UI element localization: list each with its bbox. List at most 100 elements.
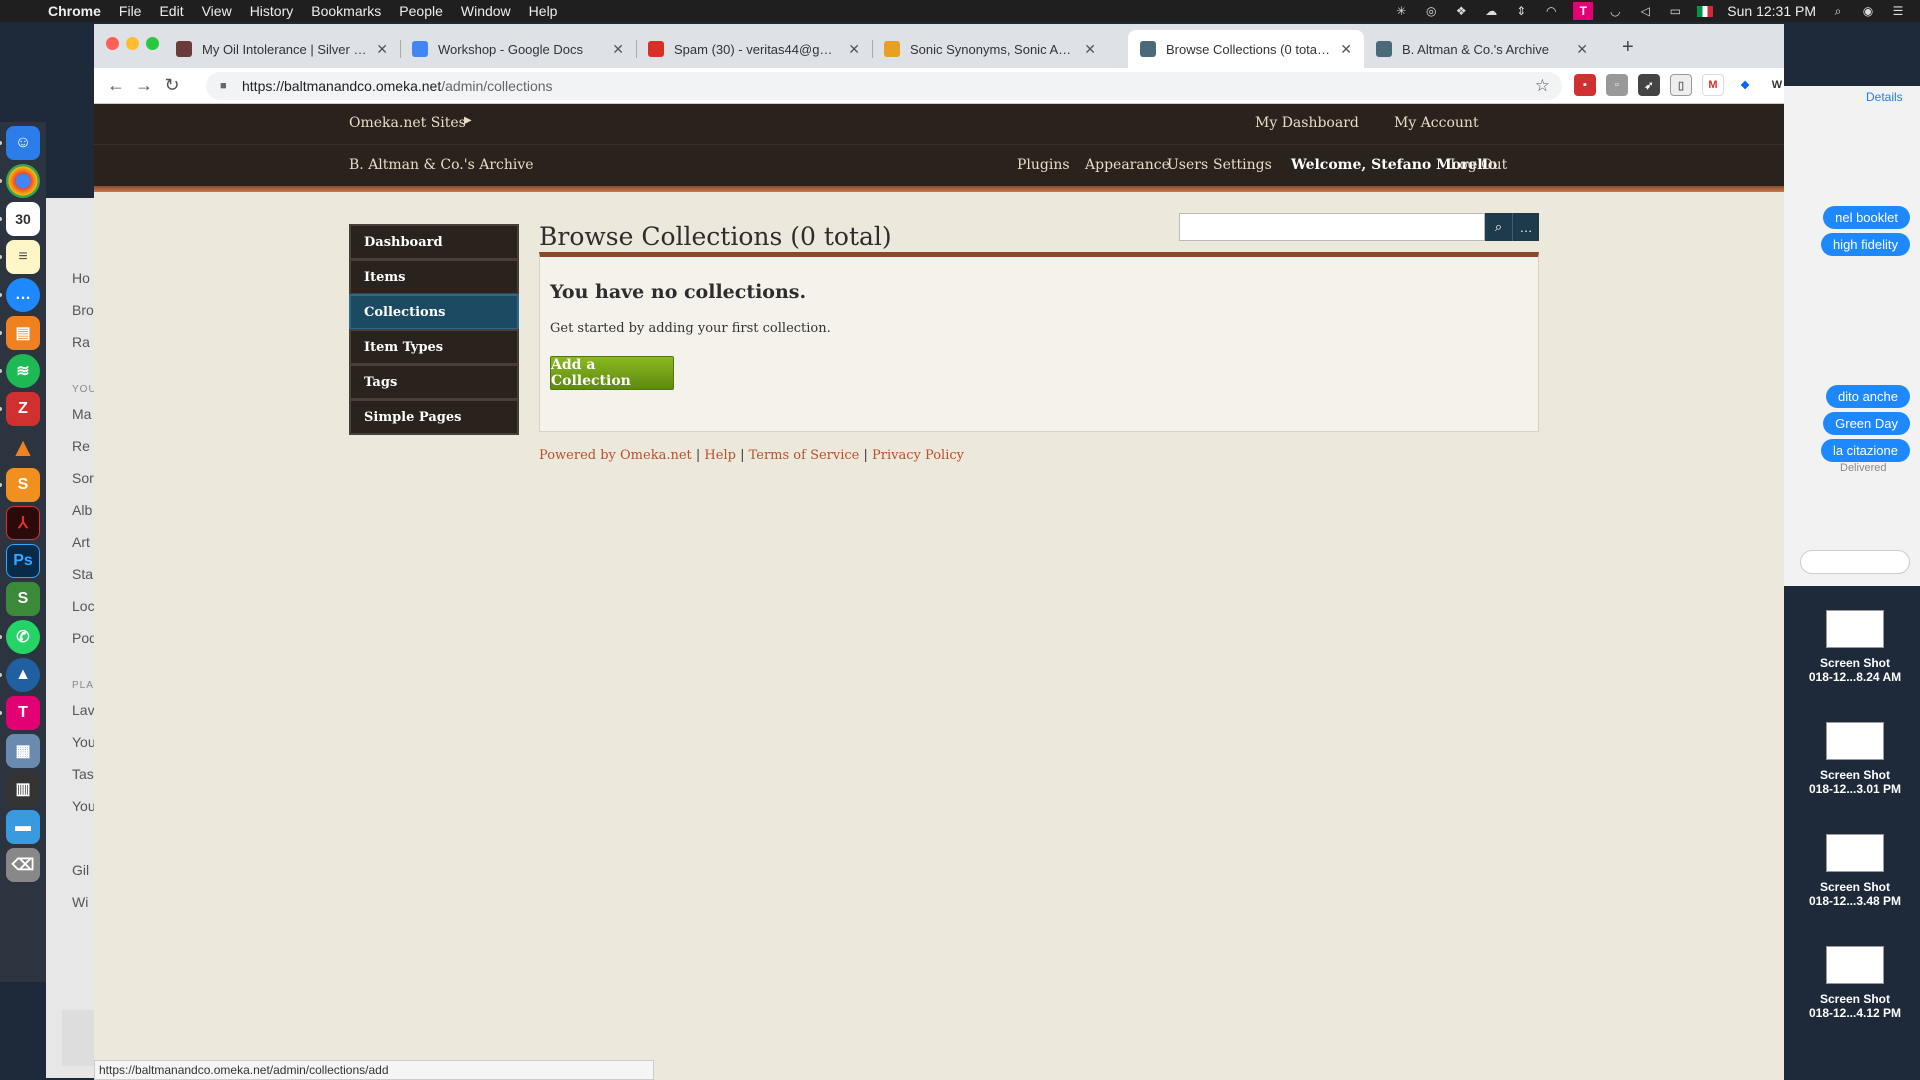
new-tab-button[interactable]: + bbox=[1622, 36, 1634, 59]
calendar-icon[interactable]: 30 bbox=[0, 202, 40, 236]
window-close-button[interactable] bbox=[106, 37, 119, 50]
acrobat-icon[interactable]: ⅄ bbox=[6, 506, 40, 540]
tmobile-icon[interactable]: T bbox=[1573, 2, 1594, 20]
siri-icon[interactable]: ◉ bbox=[1860, 4, 1876, 18]
message-input[interactable] bbox=[1800, 550, 1910, 574]
tab-close-icon[interactable]: ✕ bbox=[612, 41, 624, 58]
menu-edit[interactable]: Edit bbox=[159, 3, 183, 19]
settings-link[interactable]: Settings bbox=[1213, 157, 1272, 173]
notification-center-icon[interactable]: ☰ bbox=[1890, 4, 1906, 18]
ibooks-icon[interactable]: ▤ bbox=[0, 316, 40, 350]
desktop-file-screenshot[interactable]: Screen Shot 018-12...3.01 PM bbox=[1790, 722, 1920, 796]
mountain-icon[interactable]: ▲ bbox=[0, 658, 40, 692]
users-link[interactable]: Users bbox=[1167, 157, 1208, 173]
lock-icon[interactable]: ■ bbox=[220, 80, 232, 92]
sidebar-item-dashboard[interactable]: Dashboard bbox=[349, 224, 519, 260]
trash-icon[interactable]: ⌫ bbox=[6, 848, 40, 882]
add-collection-button[interactable]: Add a Collection bbox=[550, 356, 674, 390]
tab-close-icon[interactable]: ✕ bbox=[1340, 41, 1352, 58]
spotify-icon[interactable]: ≋ bbox=[0, 354, 40, 388]
menu-people[interactable]: People bbox=[399, 3, 443, 19]
spotlight-search-icon[interactable]: ⌕ bbox=[1830, 4, 1846, 18]
flag-italy-icon[interactable] bbox=[1697, 5, 1714, 17]
sidebar-item-simple-pages[interactable]: Simple Pages bbox=[349, 399, 519, 435]
spinner-icon[interactable]: ✳ bbox=[1393, 4, 1409, 18]
menu-app-name[interactable]: Chrome bbox=[48, 3, 101, 19]
window-zoom-button[interactable] bbox=[146, 37, 159, 50]
photoshop-icon[interactable]: Ps bbox=[6, 544, 40, 578]
folder-icon[interactable]: ▬ bbox=[6, 810, 40, 844]
scrivener-icon[interactable]: S bbox=[6, 582, 40, 616]
dropbox-extension-icon[interactable]: ❖ bbox=[1734, 74, 1756, 96]
tab-close-icon[interactable]: ✕ bbox=[1576, 41, 1588, 58]
cloud-sync-icon[interactable]: ◎ bbox=[1423, 4, 1439, 18]
network-icon[interactable]: ⇕ bbox=[1513, 4, 1529, 18]
desktop-file-screenshot[interactable]: Screen Shot 018-12...3.48 PM bbox=[1790, 834, 1920, 908]
timer-icon[interactable]: ◠ bbox=[1543, 4, 1559, 18]
image-capture-icon[interactable]: ▦ bbox=[6, 734, 40, 768]
messages-icon[interactable]: … bbox=[0, 278, 40, 312]
extension-reader-icon[interactable]: ▫ bbox=[1606, 74, 1628, 96]
wordtune-icon[interactable]: W bbox=[1766, 74, 1784, 96]
plugins-link[interactable]: Plugins bbox=[1017, 157, 1070, 173]
menu-bookmarks[interactable]: Bookmarks bbox=[311, 3, 381, 19]
search-button[interactable]: ⌕ bbox=[1485, 213, 1512, 241]
battery-icon[interactable]: ▭ bbox=[1667, 4, 1683, 18]
desktop-file-screenshot[interactable]: Screen Shot 018-12...8.24 AM bbox=[1790, 610, 1920, 684]
sidebar-item-collections[interactable]: Collections bbox=[349, 294, 519, 330]
finder-icon[interactable]: ☺ bbox=[0, 126, 40, 160]
vlc-icon[interactable]: ▲ bbox=[6, 430, 40, 464]
tmobile-app-icon[interactable]: T bbox=[0, 696, 40, 730]
window-minimize-button[interactable] bbox=[126, 37, 139, 50]
messages-details-link[interactable]: Details bbox=[1866, 90, 1903, 104]
site-title[interactable]: B. Altman & Co.'s Archive bbox=[349, 157, 534, 173]
tab-sonic-synonyms[interactable]: Sonic Synonyms, Sonic Antony ✕ bbox=[872, 30, 1108, 68]
omeka-sites-link[interactable]: Omeka.net Sites bbox=[349, 115, 466, 131]
rocket-icon[interactable]: ➶ bbox=[1638, 74, 1660, 96]
menu-view[interactable]: View bbox=[202, 3, 232, 19]
bookmark-star-icon[interactable]: ☆ bbox=[1535, 76, 1550, 96]
powered-by-link[interactable]: Powered by Omeka.net bbox=[539, 448, 692, 463]
notes-icon[interactable]: ≡ bbox=[0, 240, 40, 274]
back-arrow-icon[interactable]: ← bbox=[102, 72, 130, 100]
wifi-icon[interactable]: ◡ bbox=[1607, 4, 1623, 18]
help-link[interactable]: Help bbox=[704, 448, 736, 463]
terms-link[interactable]: Terms of Service bbox=[749, 448, 860, 463]
menu-history[interactable]: History bbox=[250, 3, 294, 19]
sidebar-item-tags[interactable]: Tags bbox=[349, 364, 519, 400]
address-bar[interactable]: ■ https://baltmanandco.omeka.net/admin/c… bbox=[206, 72, 1562, 100]
tab-close-icon[interactable]: ✕ bbox=[376, 41, 388, 58]
tab-altman-archive[interactable]: B. Altman & Co.'s Archive ✕ bbox=[1364, 30, 1600, 68]
tab-close-icon[interactable]: ✕ bbox=[1084, 41, 1096, 58]
desktop-file-screenshot[interactable]: Screen Shot 018-12...4.12 PM bbox=[1790, 946, 1920, 1020]
advanced-search-button[interactable]: … bbox=[1512, 213, 1539, 241]
menu-file[interactable]: File bbox=[119, 3, 142, 19]
tab-browse-collections[interactable]: Browse Collections (0 total) · B ✕ bbox=[1128, 30, 1364, 68]
sublime-text-icon[interactable]: S bbox=[0, 468, 40, 502]
my-dashboard-link[interactable]: My Dashboard bbox=[1255, 115, 1359, 131]
downloads-stack-icon[interactable]: ▥ bbox=[6, 772, 40, 806]
chrome-icon[interactable] bbox=[0, 164, 40, 198]
search-input[interactable] bbox=[1179, 213, 1485, 241]
sidebar-item-item-types[interactable]: Item Types bbox=[349, 329, 519, 365]
appearance-link[interactable]: Appearance bbox=[1085, 157, 1170, 173]
my-account-link[interactable]: My Account bbox=[1394, 115, 1479, 131]
cloud-upload-icon[interactable]: ☁ bbox=[1483, 4, 1499, 18]
tab-close-icon[interactable]: ✕ bbox=[848, 41, 860, 58]
whatsapp-icon[interactable]: ✆ bbox=[0, 620, 40, 654]
extension-badge-icon[interactable]: ▪ bbox=[1574, 74, 1596, 96]
zotero-icon[interactable]: Z bbox=[0, 392, 40, 426]
dropbox-icon[interactable]: ❖ bbox=[1453, 4, 1469, 18]
menu-window[interactable]: Window bbox=[461, 3, 511, 19]
volume-icon[interactable]: ◁ bbox=[1637, 4, 1653, 18]
privacy-link[interactable]: Privacy Policy bbox=[872, 448, 964, 463]
tab-oil-intolerance[interactable]: My Oil Intolerance | Silver Pen ✕ bbox=[164, 30, 400, 68]
tab-workshop-docs[interactable]: Workshop - Google Docs ✕ bbox=[400, 30, 636, 68]
menubar-clock[interactable]: Sun 12:31 PM bbox=[1727, 3, 1816, 19]
reload-icon[interactable]: ↻ bbox=[158, 72, 186, 100]
logout-link[interactable]: Log Out bbox=[1450, 157, 1507, 173]
forward-arrow-icon[interactable]: → bbox=[130, 72, 158, 100]
document-icon[interactable]: ▯ bbox=[1670, 74, 1692, 96]
sidebar-item-items[interactable]: Items bbox=[349, 259, 519, 295]
tab-gmail-spam[interactable]: Spam (30) - veritas44@gmail.c ✕ bbox=[636, 30, 872, 68]
